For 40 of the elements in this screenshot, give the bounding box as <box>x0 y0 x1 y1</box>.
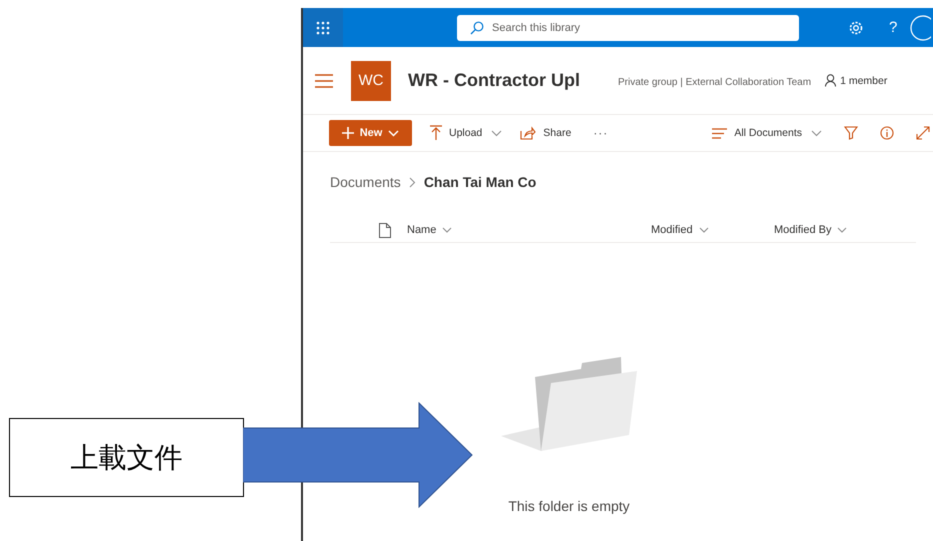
callout-text: 上載文件 <box>70 440 182 476</box>
breadcrumb-item[interactable]: Documents <box>330 174 401 190</box>
filter-icon[interactable] <box>844 126 858 140</box>
chevron-down-icon <box>491 130 502 136</box>
settings-icon[interactable] <box>848 20 864 36</box>
upload-arrow-icon <box>430 125 442 141</box>
waffle-icon <box>316 20 330 34</box>
site-title: WR - Contractor Upl <box>408 70 581 91</box>
avatar-icon[interactable] <box>909 14 932 42</box>
site-logo: WC <box>351 60 391 100</box>
breadcrumb-item[interactable]: Chan Tai Man Co <box>424 174 536 190</box>
column-header[interactable]: Name <box>407 224 651 236</box>
chevron-down-icon <box>388 130 400 136</box>
upload-button[interactable]: Upload <box>430 125 502 141</box>
plus-icon <box>342 127 354 139</box>
file-icon <box>379 222 391 238</box>
column-header[interactable]: Modified <box>651 224 774 236</box>
chevron-icon <box>408 176 416 188</box>
column-header[interactable]: Modified By <box>774 224 848 236</box>
share-button[interactable]: Share <box>520 126 572 140</box>
group-info: Private group | External Collaboration Team <box>618 77 812 88</box>
chevron-down-icon <box>837 227 848 233</box>
search-icon <box>470 20 484 34</box>
help-button[interactable]: ? <box>889 19 898 36</box>
info-icon[interactable] <box>880 126 894 140</box>
menu-icon[interactable] <box>315 74 333 88</box>
chevron-down-icon <box>811 130 822 136</box>
lines-icon <box>712 128 728 138</box>
share-icon <box>520 126 536 140</box>
chevron-down-icon <box>442 227 452 233</box>
expand-icon[interactable] <box>916 126 930 140</box>
chevron-down-icon <box>698 227 709 233</box>
person-icon <box>825 74 836 87</box>
empty-folder-message: This folder is empty <box>508 498 630 514</box>
view-selector[interactable]: All Documents <box>712 127 822 139</box>
new-button[interactable]: New <box>329 120 412 146</box>
more-button[interactable]: ··· <box>593 126 608 140</box>
search-field[interactable]: Search this library <box>457 14 799 40</box>
member-count[interactable]: 1 member <box>840 74 888 86</box>
app-launcher-button[interactable] <box>303 8 343 47</box>
